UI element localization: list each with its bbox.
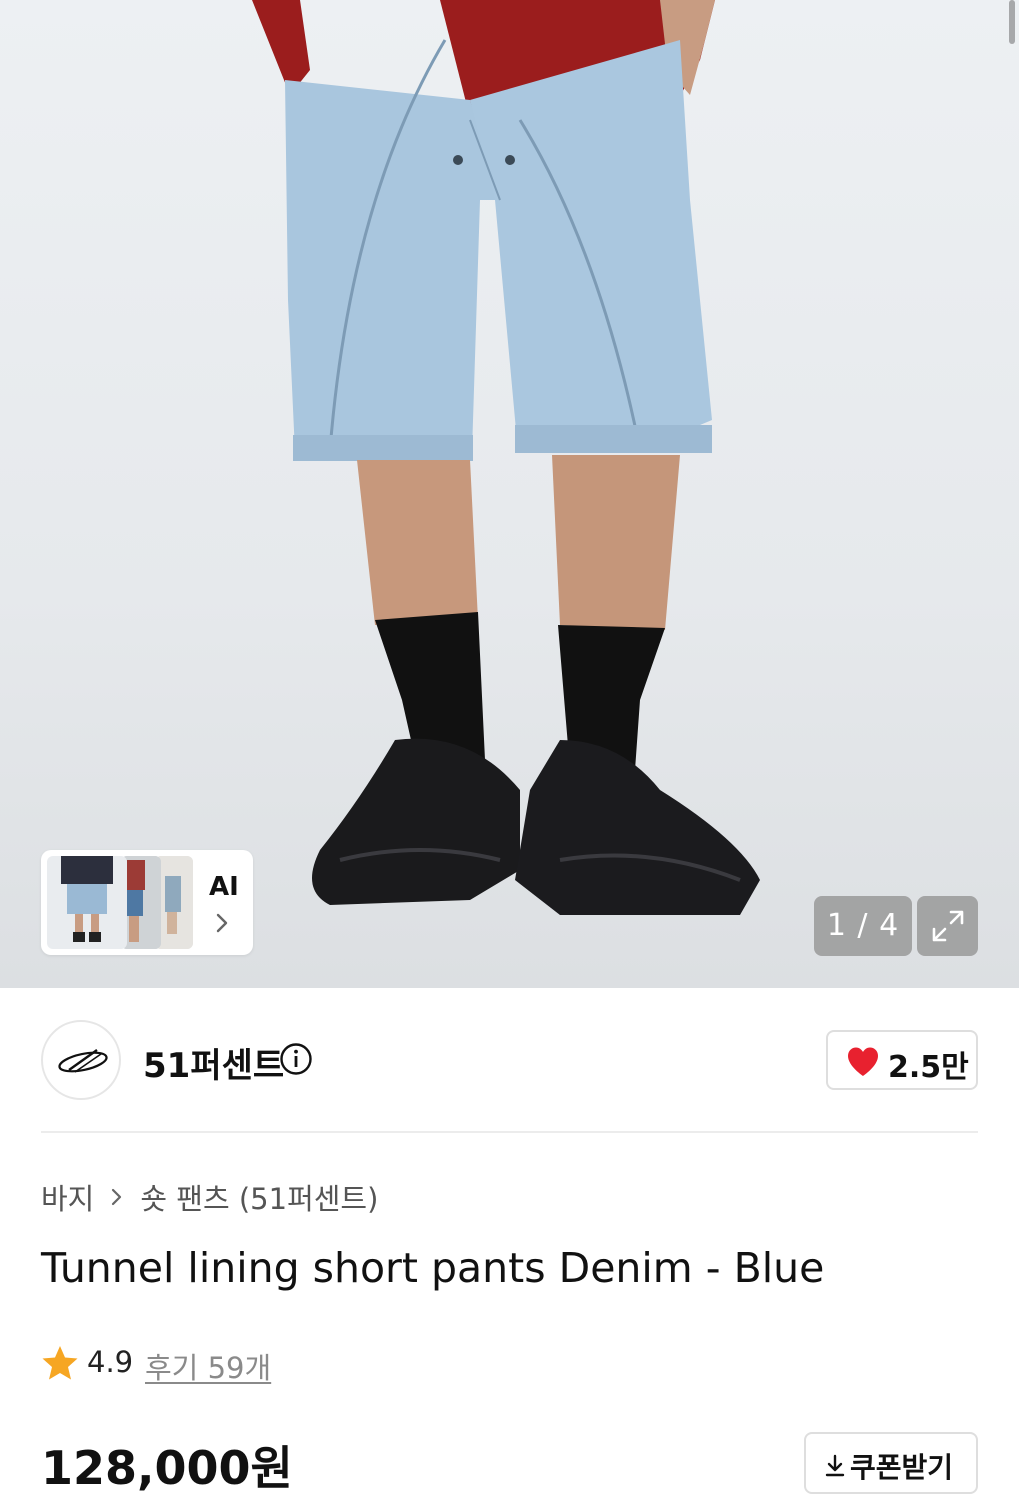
image-counter: 1 / 4: [814, 896, 912, 956]
ai-lookbook-button[interactable]: AI: [41, 850, 253, 955]
heart-icon: [848, 1047, 878, 1076]
brand-name[interactable]: 51퍼센트: [143, 1038, 284, 1087]
coupon-button[interactable]: 쿠폰받기: [804, 1432, 978, 1494]
like-count: 2.5만: [888, 1050, 969, 1085]
product-photo: [252, 0, 760, 915]
breadcrumb-category[interactable]: 바지: [41, 1176, 94, 1218]
product-page: AI 1 / 4 51퍼센트 2.5만 바지 숏 팬츠 (51퍼센트) Tunn…: [0, 0, 1019, 1500]
download-icon: [825, 1454, 845, 1477]
chevron-right-icon: [112, 1188, 122, 1206]
brand-logo[interactable]: [41, 1020, 121, 1100]
product-thumb-side[interactable]: [121, 856, 161, 949]
expand-image-button[interactable]: [917, 896, 978, 956]
coupon-label: 쿠폰받기: [850, 1451, 954, 1484]
star-icon: [42, 1346, 78, 1380]
rating-value: 4.9: [87, 1345, 134, 1379]
divider: [41, 1131, 978, 1133]
ai-label: AI: [209, 872, 239, 902]
page-scrollbar[interactable]: [1009, 0, 1015, 44]
info-icon[interactable]: [279, 1042, 313, 1076]
brand-logo-icon: [58, 1049, 108, 1073]
product-title: Tunnel lining short pants Denim - Blue: [41, 1244, 825, 1292]
product-thumb-front[interactable]: [47, 856, 127, 949]
product-image-gallery[interactable]: AI 1 / 4: [0, 0, 1019, 988]
breadcrumb-subcategory[interactable]: 숏 팬츠 (51퍼센트): [140, 1176, 378, 1218]
breadcrumb: 바지 숏 팬츠 (51퍼센트): [41, 1176, 378, 1218]
product-price: 128,000원: [41, 1441, 293, 1495]
expand-icon: [932, 910, 964, 942]
review-count-link[interactable]: 후기 59개: [145, 1345, 271, 1387]
chevron-right-icon: [216, 913, 228, 933]
like-button[interactable]: 2.5만: [826, 1030, 978, 1090]
